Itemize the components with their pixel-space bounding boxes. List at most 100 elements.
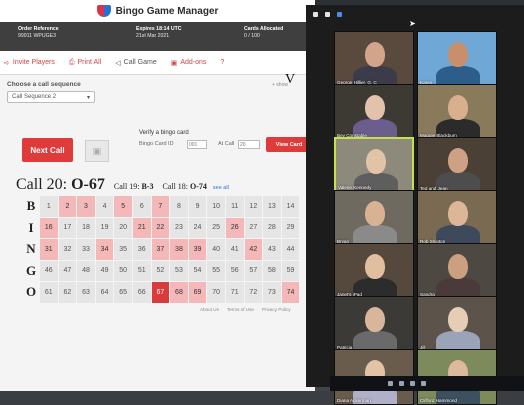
privacy-link[interactable]: Privacy Policy	[262, 307, 291, 312]
help-link[interactable]: ?	[220, 59, 224, 66]
participant-tile[interactable]: Jill	[417, 296, 497, 352]
minimize-icon[interactable]	[313, 11, 318, 17]
participant-name: Diana Ackerman	[337, 398, 371, 403]
participant-tile[interactable]: Maggie Blackburn	[417, 84, 497, 140]
next-call-button[interactable]: Next Call	[22, 138, 73, 162]
card-id-input[interactable]: 001	[187, 140, 207, 149]
number-cell: 56	[225, 260, 244, 281]
invite-players-link[interactable]: ➪ Invite Players	[4, 59, 55, 67]
footer-links: About Us Terms of Use Privacy Policy	[200, 307, 291, 312]
number-cell: 16	[40, 217, 58, 238]
current-call-label: Call 20:	[16, 176, 68, 193]
board-letter: B	[26, 198, 36, 214]
help-icon: ?	[220, 59, 225, 66]
number-cell: 39	[188, 239, 207, 260]
stop-button[interactable]: ▣	[85, 140, 109, 162]
printer-icon: ⎙	[68, 58, 75, 66]
participant-tile[interactable]: Karen	[417, 31, 497, 87]
print-all-link[interactable]: ⎙ Print All	[69, 59, 101, 67]
participant-head	[448, 307, 468, 332]
participant-head	[365, 42, 385, 67]
sequence-select[interactable]: Call Sequence 2 ▾	[7, 91, 95, 103]
app-header: Bingo Game Manager	[0, 0, 315, 22]
volume-icon[interactable]	[399, 381, 404, 386]
participant-tile[interactable]: Bev Constable	[334, 84, 414, 140]
number-cell: 23	[170, 217, 188, 238]
call-game-link[interactable]: ◁ Call Game	[115, 59, 156, 67]
number-cell: 9	[188, 196, 207, 217]
expires-label: Expires 18:14 UTC	[136, 26, 182, 32]
participant-tile[interactable]: Valerie Kennedy	[334, 137, 414, 193]
previous-call-1: Call 19: B-3	[114, 182, 154, 191]
number-cell: 58	[263, 260, 281, 281]
number-cell: 71	[225, 282, 244, 303]
participant-tile[interactable]: Ted and Jean	[417, 137, 497, 193]
about-link[interactable]: About Us	[200, 307, 219, 312]
bingo-board: B 1 2 3 4 5 6 7 8 9 10 11 12 13 14 I 16 17 18 19 20 21 22 23 24 2…	[22, 196, 300, 304]
number-cell: 19	[95, 217, 114, 238]
number-cell: 10	[207, 196, 225, 217]
number-cell: 49	[95, 260, 114, 281]
expires-value: 21st Mar 2021	[136, 33, 170, 39]
participant-head	[365, 254, 385, 279]
number-cell: 35	[114, 239, 132, 260]
notification-icon[interactable]	[410, 381, 415, 386]
cards-value: 0 / 100	[244, 33, 260, 39]
participant-head	[448, 254, 468, 279]
number-cell: 31	[40, 239, 58, 260]
participant-tile[interactable]: Rob Shipton	[417, 190, 497, 246]
number-cell: 51	[132, 260, 151, 281]
prev2-label: Call 18:	[162, 182, 189, 191]
participant-tile[interactable]: George Hillier, G, C	[334, 31, 414, 87]
app-title: Bingo Game Manager	[115, 5, 219, 17]
board-letter: I	[28, 219, 34, 235]
grid-icon[interactable]	[325, 11, 330, 17]
call-game-label: Call Game	[123, 59, 157, 66]
number-cell: 57	[244, 260, 263, 281]
network-icon[interactable]	[388, 381, 393, 386]
number-cell: 74	[281, 282, 300, 303]
number-cell: 55	[207, 260, 225, 281]
number-cell: 12	[244, 196, 263, 217]
participant-tile[interactable]: Janet's iPad	[334, 243, 414, 299]
terms-link[interactable]: Terms of Use	[227, 307, 254, 312]
order-ref-label: Order Reference	[18, 26, 59, 32]
number-cell: 14	[281, 196, 300, 217]
number-cell: 47	[58, 260, 77, 281]
number-cell: 5	[114, 196, 132, 217]
share-icon: ➪	[4, 59, 10, 67]
participant-tile[interactable]: Sandra	[417, 243, 497, 299]
number-cell: 54	[188, 260, 207, 281]
participant-head	[366, 149, 386, 174]
taskbar	[330, 376, 524, 391]
participant-head	[448, 95, 468, 120]
number-cell: 53	[170, 260, 188, 281]
at-call-input[interactable]: 20	[238, 140, 260, 149]
prev1-label: Call 19:	[113, 182, 140, 191]
at-call-label: At Call	[218, 141, 235, 147]
number-cell: 61	[40, 282, 58, 303]
view-icon[interactable]	[337, 11, 342, 17]
battery-icon[interactable]	[421, 381, 426, 386]
participant-tile[interactable]: Patricia	[334, 296, 414, 352]
participant-tile[interactable]: Bryan	[334, 190, 414, 246]
action-nav: ➪ Invite Players ⎙ Print All ◁ Call Game…	[0, 51, 315, 75]
addons-link[interactable]: ▣ Add-ons	[171, 59, 207, 67]
sequence-section: Choose a call sequence Call Sequence 2 ▾	[0, 75, 315, 103]
number-cell: 38	[170, 239, 188, 260]
cards-label: Cards Allocated	[244, 26, 284, 32]
addon-icon: ▣	[170, 59, 178, 67]
number-cell: 17	[58, 217, 77, 238]
see-all-link[interactable]: see all	[213, 185, 229, 191]
number-cell: 72	[244, 282, 263, 303]
participant-head	[365, 201, 385, 226]
number-cell: 25	[207, 217, 225, 238]
chevron-down-icon: ▾	[86, 94, 90, 101]
number-cell: 2	[58, 196, 77, 217]
number-cell: 1	[40, 196, 58, 217]
board-row-i: I 16 17 18 19 20 21 22 23 24 25 26 27 28 29	[22, 217, 300, 238]
number-cell: 29	[281, 217, 300, 238]
partial-text: V	[285, 72, 296, 87]
mouse-cursor-icon: ➤	[409, 19, 416, 28]
verify-title: Verify a bingo card	[139, 130, 189, 136]
